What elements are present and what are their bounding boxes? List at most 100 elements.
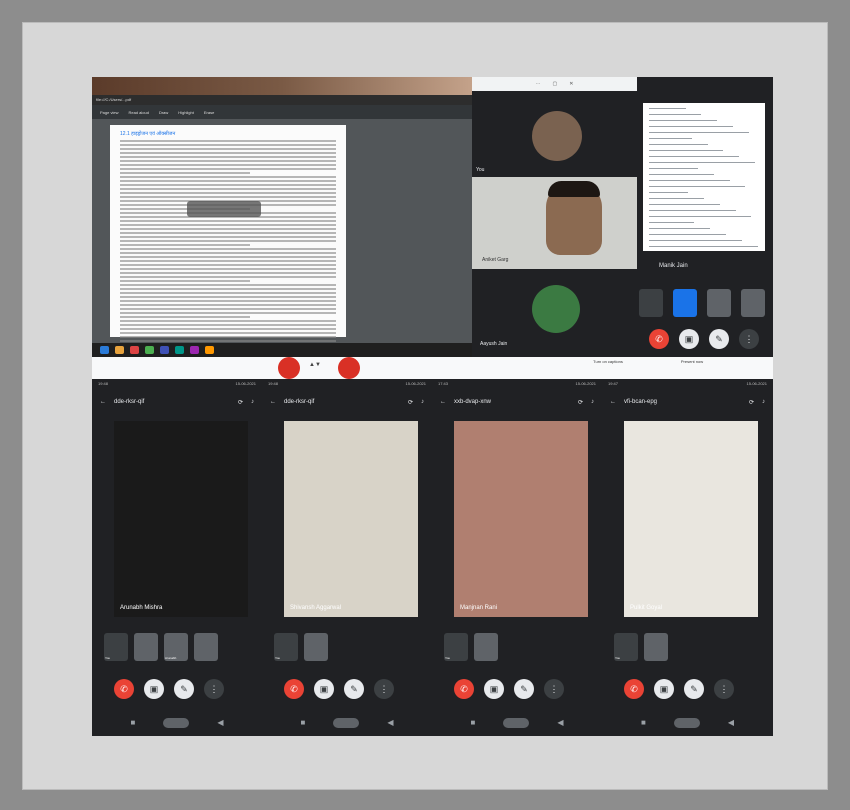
speaker-icon[interactable]: ♪ [762, 399, 765, 405]
switch-camera-icon[interactable]: ⟳ [238, 399, 243, 406]
app-icon[interactable] [160, 346, 169, 354]
mic-button[interactable]: ✎ [174, 679, 194, 699]
camera-button[interactable]: ▣ [679, 329, 699, 349]
end-call-button[interactable]: ✆ [624, 679, 644, 699]
toolbar-highlight[interactable]: Highlight [178, 110, 194, 115]
stop-present-button[interactable] [338, 357, 360, 379]
mic-button[interactable]: ✎ [684, 679, 704, 699]
nav-home-icon[interactable] [673, 718, 700, 728]
explorer-icon[interactable] [115, 346, 124, 354]
meeting-code[interactable]: dde-rksr-qif [284, 399, 400, 405]
app-icon[interactable] [145, 346, 154, 354]
more-icon[interactable]: ⋯ [536, 81, 541, 87]
end-call-button[interactable]: ✆ [649, 329, 669, 349]
participant-thumb[interactable] [707, 289, 731, 317]
participant-thumb[interactable] [194, 633, 218, 661]
self-thumb[interactable]: You [274, 633, 298, 661]
nav-back-icon[interactable]: ◀ [387, 718, 393, 728]
captions-button[interactable]: Turn on captions [578, 359, 638, 364]
sheet-line [649, 144, 708, 145]
layout-icon[interactable]: ▢ [553, 81, 558, 87]
more-options-button[interactable]: ⋮ [204, 679, 224, 699]
toolbar-erase[interactable]: Erase [204, 110, 214, 115]
mic-button[interactable]: ✎ [344, 679, 364, 699]
app-icon[interactable] [205, 346, 214, 354]
sheet-line [649, 198, 704, 199]
switch-camera-icon[interactable]: ⟳ [578, 399, 583, 406]
more-icon[interactable]: ▲▼ [309, 362, 321, 368]
camera-button[interactable]: ▣ [314, 679, 334, 699]
toolbar-page-view[interactable]: Page view [100, 110, 118, 115]
url-bar[interactable]: file:///C:/Users/...pdf [92, 95, 472, 105]
phone-status-bar: 19:48 15-06-2021 [92, 379, 262, 389]
end-call-button[interactable] [278, 357, 300, 379]
speaker-icon[interactable]: ♪ [591, 399, 594, 405]
status-date: 15-06-2021 [405, 381, 426, 386]
speaker-icon[interactable]: ♪ [421, 399, 424, 405]
switch-camera-icon[interactable]: ⟳ [408, 399, 413, 406]
status-time: 19:48 [268, 381, 279, 386]
end-call-button[interactable]: ✆ [454, 679, 474, 699]
end-call-button[interactable]: ✆ [114, 679, 134, 699]
call-controls: ✆ ▣ ✎ ⋮ [114, 679, 224, 699]
android-nav-bar: ■ ◀ [92, 718, 262, 728]
camera-button[interactable]: ▣ [654, 679, 674, 699]
back-arrow-icon[interactable]: ← [440, 399, 446, 405]
pdf-text-line [120, 332, 336, 334]
nav-recent-icon[interactable]: ■ [641, 718, 646, 728]
back-arrow-icon[interactable]: ← [270, 399, 276, 405]
nav-home-icon[interactable] [163, 718, 190, 728]
nav-recent-icon[interactable]: ■ [471, 718, 476, 728]
nav-home-icon[interactable] [333, 718, 360, 728]
self-thumb[interactable] [639, 289, 663, 317]
back-arrow-icon[interactable]: ← [610, 399, 616, 405]
end-call-button[interactable]: ✆ [284, 679, 304, 699]
meeting-code[interactable]: vfi-bcan-epg [624, 399, 741, 405]
nav-back-icon[interactable]: ◀ [217, 718, 223, 728]
close-icon[interactable]: ✕ [569, 81, 573, 87]
participant-thumb[interactable] [474, 633, 498, 661]
more-options-button[interactable]: ⋮ [544, 679, 564, 699]
participant-thumb[interactable] [304, 633, 328, 661]
app-icon[interactable] [190, 346, 199, 354]
more-options-button[interactable]: ⋮ [374, 679, 394, 699]
more-options-button[interactable]: ⋮ [739, 329, 759, 349]
chrome-icon[interactable] [130, 346, 139, 354]
meeting-code[interactable]: dde-rksr-qif [114, 399, 230, 405]
participant-thumb[interactable] [673, 289, 697, 317]
camera-button[interactable]: ▣ [484, 679, 504, 699]
nav-recent-icon[interactable]: ■ [131, 718, 136, 728]
start-icon[interactable] [100, 346, 109, 354]
pdf-text-lines [120, 140, 336, 346]
participants-panel: ⋯ ▢ ✕ You Aniket Garg Aayush Jain [472, 77, 637, 379]
participant-thumb[interactable]: Arunabh [164, 633, 188, 661]
annotate-chip[interactable] [187, 201, 261, 217]
mic-button[interactable]: ✎ [514, 679, 534, 699]
self-thumb[interactable]: You [444, 633, 468, 661]
meeting-code[interactable]: xxb-dvap-xnw [454, 399, 570, 405]
toolbar-draw[interactable]: Draw [159, 110, 168, 115]
camera-button[interactable]: ▣ [144, 679, 164, 699]
self-thumb[interactable]: You [104, 633, 128, 661]
participant-thumb[interactable] [134, 633, 158, 661]
status-time: 19:47 [608, 381, 619, 386]
pdf-text-line [120, 232, 336, 234]
pdf-text-line [120, 156, 336, 158]
pdf-text-line [120, 280, 250, 282]
nav-back-icon[interactable]: ◀ [557, 718, 563, 728]
pdf-text-line [120, 180, 336, 182]
more-options-button[interactable]: ⋮ [714, 679, 734, 699]
mic-button[interactable]: ✎ [709, 329, 729, 349]
nav-recent-icon[interactable]: ■ [301, 718, 306, 728]
switch-camera-icon[interactable]: ⟳ [749, 399, 754, 406]
nav-back-icon[interactable]: ◀ [728, 718, 734, 728]
toolbar-read-aloud[interactable]: Read aloud [128, 110, 148, 115]
app-icon[interactable] [175, 346, 184, 354]
nav-home-icon[interactable] [503, 718, 530, 728]
participant-thumb[interactable] [741, 289, 765, 317]
present-button[interactable]: Present now [662, 359, 722, 364]
self-thumb[interactable]: You [614, 633, 638, 661]
participant-thumb[interactable] [644, 633, 668, 661]
speaker-icon[interactable]: ♪ [251, 399, 254, 405]
back-arrow-icon[interactable]: ← [100, 399, 106, 405]
